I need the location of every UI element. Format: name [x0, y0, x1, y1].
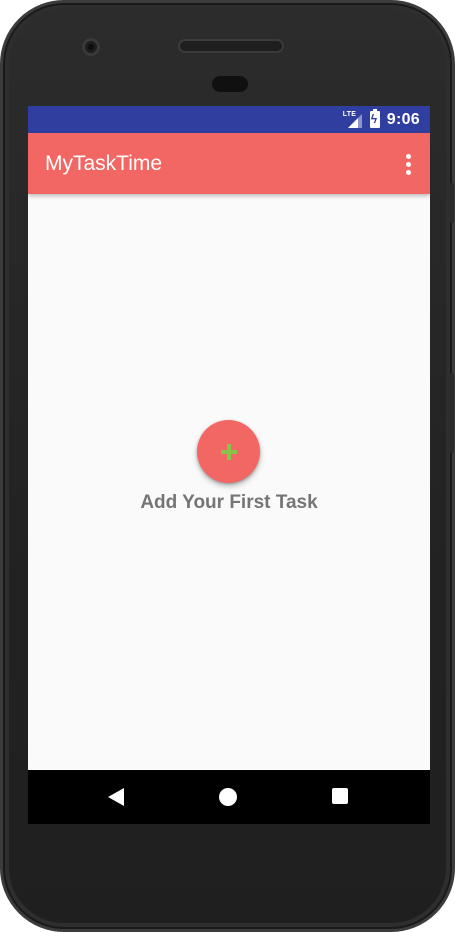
- home-icon[interactable]: [219, 788, 237, 806]
- screen: LTE ϟ 9:06 MyTaskTime Add Your First Tas…: [28, 106, 430, 824]
- power-button: [450, 183, 454, 223]
- status-icons: LTE ϟ 9:06: [343, 106, 420, 133]
- add-task-button[interactable]: [197, 420, 260, 483]
- earpiece-speaker: [180, 41, 282, 51]
- battery-charging-icon: ϟ: [369, 109, 380, 128]
- recents-icon[interactable]: [332, 788, 348, 804]
- status-bar: LTE ϟ 9:06: [28, 106, 430, 133]
- status-clock: 9:06: [386, 110, 420, 128]
- volume-button: [450, 373, 454, 453]
- proximity-sensor: [212, 76, 248, 92]
- more-vert-icon[interactable]: [396, 150, 420, 178]
- front-camera: [82, 38, 100, 56]
- app-title: MyTaskTime: [45, 152, 163, 175]
- main-content: Add Your First Task: [28, 194, 430, 770]
- phone-frame: LTE ϟ 9:06 MyTaskTime Add Your First Tas…: [0, 0, 455, 932]
- back-icon[interactable]: [108, 788, 124, 806]
- empty-state-label[interactable]: Add Your First Task: [28, 492, 430, 514]
- app-bar: MyTaskTime: [28, 133, 430, 194]
- add-icon: [221, 444, 237, 460]
- navigation-bar: [28, 770, 430, 824]
- signal-icon: LTE: [343, 111, 363, 129]
